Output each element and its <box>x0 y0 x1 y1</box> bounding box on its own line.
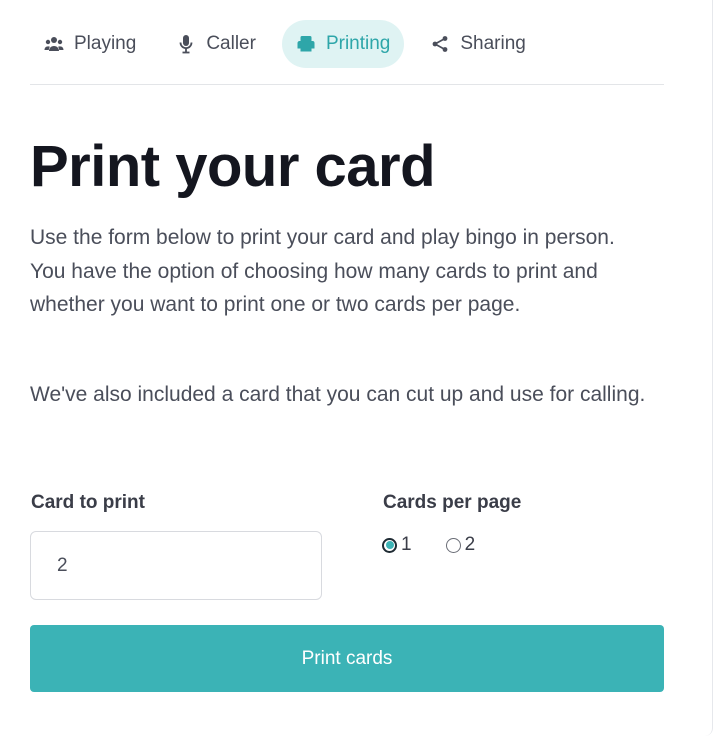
per-page-option-1[interactable]: 1 <box>382 534 412 556</box>
cards-per-page-group: 1 2 <box>382 534 509 556</box>
tab-caller[interactable]: Caller <box>162 20 270 68</box>
card-to-print-input[interactable]: 2 <box>30 531 322 600</box>
tab-caller-label: Caller <box>206 33 256 54</box>
print-panel: Playing Caller Printing Sharing Print yo… <box>0 0 713 736</box>
people-icon <box>44 34 64 54</box>
tab-playing-label: Playing <box>74 33 137 54</box>
tab-bar: Playing Caller Printing Sharing <box>30 20 664 85</box>
calling-card-note: We've also included a card that you can … <box>30 383 646 406</box>
per-page-option-2[interactable]: 2 <box>445 534 476 556</box>
radio-unchecked-icon[interactable] <box>445 537 461 553</box>
share-icon <box>430 34 450 54</box>
printer-icon <box>296 34 316 54</box>
tab-printing[interactable]: Printing <box>281 20 405 68</box>
tab-sharing-label: Sharing <box>460 33 526 54</box>
tab-printing-label: Printing <box>325 33 391 54</box>
print-cards-button-label: Print cards <box>301 647 393 669</box>
per-page-option-1-label: 1 <box>401 534 412 555</box>
intro-paragraph: Use the form below to print your card an… <box>30 226 615 316</box>
tab-sharing[interactable]: Sharing <box>416 20 540 68</box>
per-page-option-2-label: 2 <box>464 534 476 555</box>
microphone-icon <box>176 34 196 54</box>
cards-per-page-label: Cards per page <box>383 492 522 513</box>
panel-edge <box>705 0 713 736</box>
card-to-print-value: 2 <box>57 554 68 576</box>
print-cards-button[interactable]: Print cards <box>30 625 664 692</box>
card-to-print-label: Card to print <box>31 492 145 513</box>
tab-playing[interactable]: Playing <box>30 20 150 68</box>
radio-checked-icon[interactable] <box>382 537 397 553</box>
page-title: Print your card <box>30 134 436 199</box>
